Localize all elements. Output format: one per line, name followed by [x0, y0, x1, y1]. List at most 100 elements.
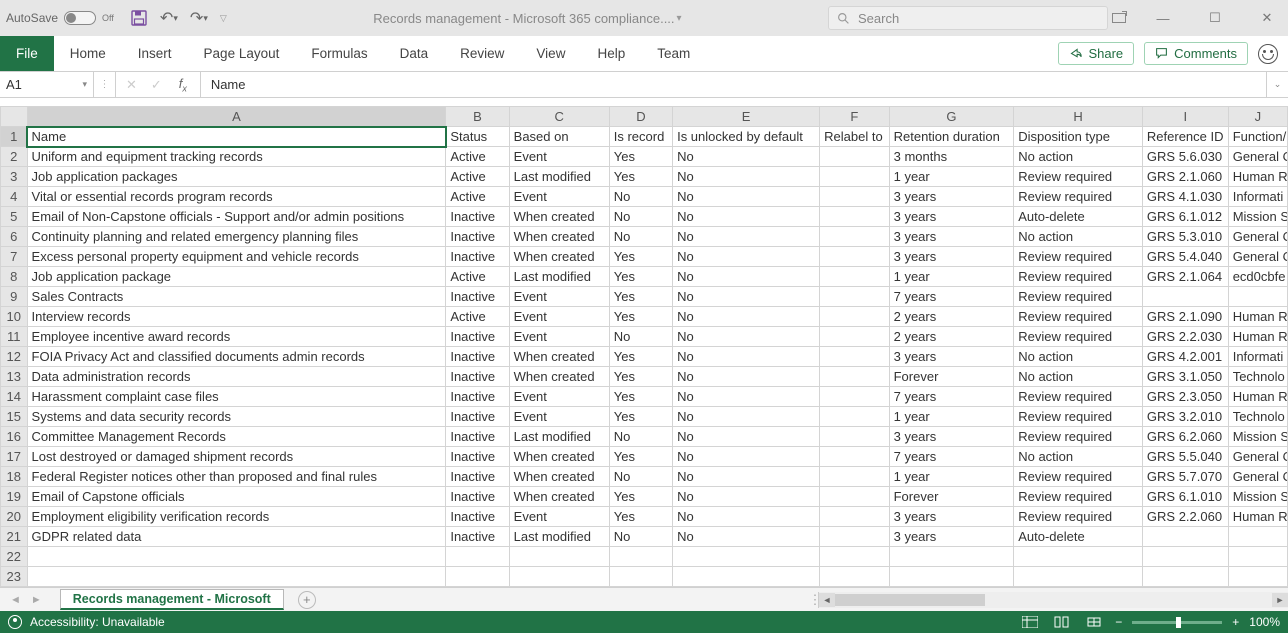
- cell[interactable]: Informati: [1228, 187, 1287, 207]
- cell[interactable]: 2 years: [889, 307, 1014, 327]
- cell[interactable]: Yes: [609, 387, 672, 407]
- cell[interactable]: Inactive: [446, 507, 509, 527]
- cell[interactable]: Is record: [609, 127, 672, 147]
- cell[interactable]: GRS 2.2.060: [1142, 507, 1228, 527]
- cell[interactable]: Name: [27, 127, 446, 147]
- cell[interactable]: 1 year: [889, 407, 1014, 427]
- tab-data[interactable]: Data: [384, 36, 445, 71]
- row-header[interactable]: 16: [1, 427, 28, 447]
- tab-file[interactable]: File: [0, 36, 54, 71]
- cell[interactable]: [820, 287, 889, 307]
- row-header[interactable]: 4: [1, 187, 28, 207]
- cell[interactable]: [820, 207, 889, 227]
- cell[interactable]: No: [673, 407, 820, 427]
- row-header[interactable]: 9: [1, 287, 28, 307]
- cell[interactable]: No: [673, 527, 820, 547]
- cell[interactable]: When created: [509, 247, 609, 267]
- horizontal-scrollbar[interactable]: ◄ ►: [818, 592, 1288, 608]
- cell[interactable]: Event: [509, 287, 609, 307]
- cell[interactable]: ecd0cbfe: [1228, 267, 1287, 287]
- cell[interactable]: When created: [509, 227, 609, 247]
- cell[interactable]: Active: [446, 147, 509, 167]
- cell[interactable]: Review required: [1014, 247, 1143, 267]
- row-header[interactable]: 5: [1, 207, 28, 227]
- cell[interactable]: Review required: [1014, 427, 1143, 447]
- cell[interactable]: Last modified: [509, 267, 609, 287]
- cell[interactable]: 3 years: [889, 227, 1014, 247]
- row-header[interactable]: 14: [1, 387, 28, 407]
- cell[interactable]: No action: [1014, 447, 1143, 467]
- cell[interactable]: Inactive: [446, 287, 509, 307]
- search-input[interactable]: Search: [828, 6, 1108, 30]
- cell[interactable]: Yes: [609, 367, 672, 387]
- row-header[interactable]: 6: [1, 227, 28, 247]
- row-header[interactable]: 20: [1, 507, 28, 527]
- col-header[interactable]: C: [509, 107, 609, 127]
- cell[interactable]: [820, 447, 889, 467]
- row-header[interactable]: 12: [1, 347, 28, 367]
- cell[interactable]: Last modified: [509, 427, 609, 447]
- cell[interactable]: Retention duration: [889, 127, 1014, 147]
- col-header[interactable]: H: [1014, 107, 1143, 127]
- cell[interactable]: [820, 227, 889, 247]
- sheet-tab-active[interactable]: Records management - Microsoft: [60, 589, 284, 610]
- col-header[interactable]: A: [27, 107, 446, 127]
- cell[interactable]: 1 year: [889, 267, 1014, 287]
- cell[interactable]: [820, 547, 889, 567]
- cell[interactable]: Committee Management Records: [27, 427, 446, 447]
- cell[interactable]: When created: [509, 207, 609, 227]
- cell[interactable]: No: [673, 147, 820, 167]
- cell[interactable]: GRS 6.2.060: [1142, 427, 1228, 447]
- cell[interactable]: 3 years: [889, 247, 1014, 267]
- cell[interactable]: No: [673, 367, 820, 387]
- cell[interactable]: Vital or essential records program recor…: [27, 187, 446, 207]
- cell[interactable]: Event: [509, 507, 609, 527]
- cell[interactable]: No: [673, 267, 820, 287]
- cell[interactable]: [446, 567, 509, 587]
- cell[interactable]: No: [609, 227, 672, 247]
- minimize-button[interactable]: —: [1148, 11, 1178, 26]
- cell[interactable]: When created: [509, 487, 609, 507]
- cell[interactable]: 1 year: [889, 167, 1014, 187]
- col-header[interactable]: B: [446, 107, 509, 127]
- cell[interactable]: Based on: [509, 127, 609, 147]
- cell[interactable]: Technolo: [1228, 407, 1287, 427]
- cell[interactable]: General O: [1228, 147, 1287, 167]
- cell[interactable]: Yes: [609, 487, 672, 507]
- col-header[interactable]: G: [889, 107, 1014, 127]
- cell[interactable]: Disposition type: [1014, 127, 1143, 147]
- cell[interactable]: Informati: [1228, 347, 1287, 367]
- tab-help[interactable]: Help: [581, 36, 641, 71]
- name-box[interactable]: A1 ▾: [0, 72, 94, 97]
- cell[interactable]: Last modified: [509, 527, 609, 547]
- cell[interactable]: Review required: [1014, 507, 1143, 527]
- cell[interactable]: Is unlocked by default: [673, 127, 820, 147]
- cell[interactable]: 3 years: [889, 507, 1014, 527]
- cell[interactable]: Mission S: [1228, 207, 1287, 227]
- cell[interactable]: No: [673, 207, 820, 227]
- cell[interactable]: Yes: [609, 247, 672, 267]
- cell[interactable]: [889, 567, 1014, 587]
- cell[interactable]: No: [673, 307, 820, 327]
- cell[interactable]: Mission S: [1228, 487, 1287, 507]
- cell[interactable]: 7 years: [889, 287, 1014, 307]
- scroll-track[interactable]: [835, 593, 1272, 607]
- cell[interactable]: Review required: [1014, 267, 1143, 287]
- cell[interactable]: Event: [509, 327, 609, 347]
- cell[interactable]: Yes: [609, 307, 672, 327]
- row-header[interactable]: 7: [1, 247, 28, 267]
- cell[interactable]: GRS 3.1.050: [1142, 367, 1228, 387]
- cell[interactable]: Event: [509, 407, 609, 427]
- cell[interactable]: General O: [1228, 227, 1287, 247]
- cell[interactable]: Email of Capstone officials: [27, 487, 446, 507]
- cell[interactable]: Inactive: [446, 487, 509, 507]
- add-sheet-button[interactable]: +: [298, 591, 316, 609]
- cell[interactable]: 3 months: [889, 147, 1014, 167]
- cell[interactable]: Auto-delete: [1014, 207, 1143, 227]
- zoom-level[interactable]: 100%: [1249, 615, 1280, 629]
- cell[interactable]: [820, 167, 889, 187]
- cell[interactable]: Inactive: [446, 367, 509, 387]
- cell[interactable]: GRS 2.1.090: [1142, 307, 1228, 327]
- cell[interactable]: Event: [509, 387, 609, 407]
- cell[interactable]: [673, 567, 820, 587]
